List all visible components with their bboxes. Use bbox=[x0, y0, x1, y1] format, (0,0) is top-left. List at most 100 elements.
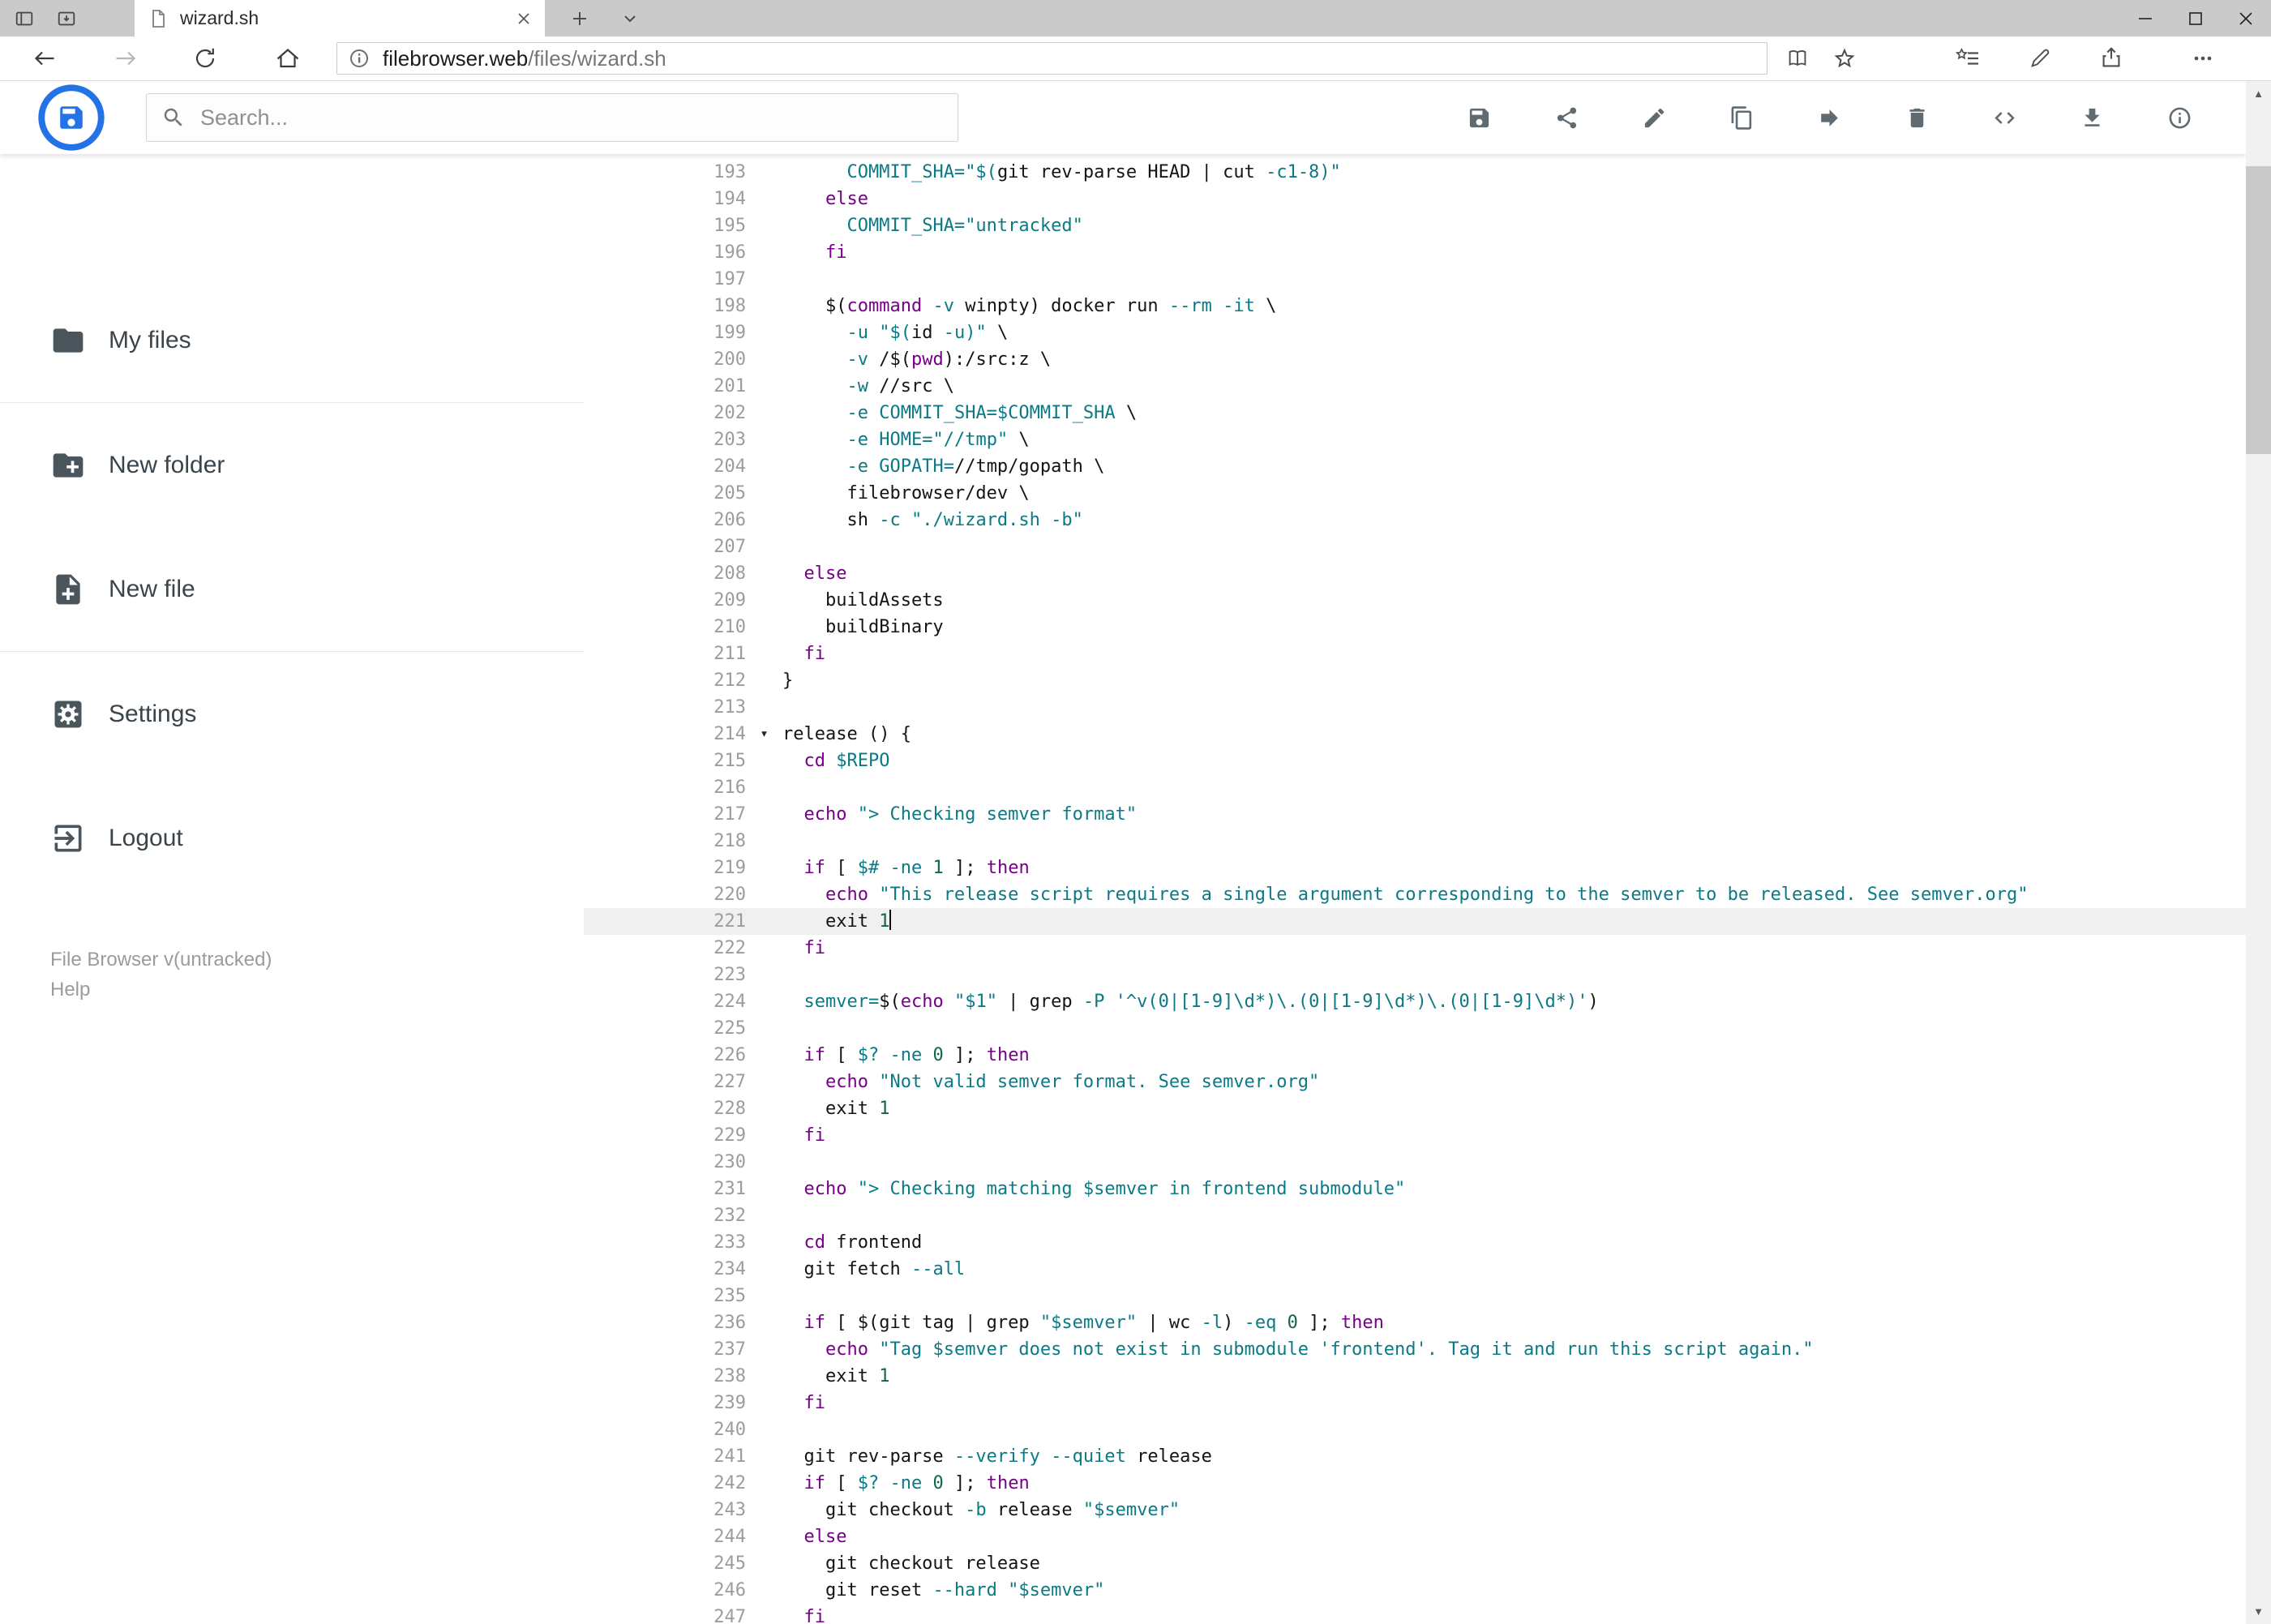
code-line[interactable]: 241 git rev-parse --verify --quiet relea… bbox=[584, 1443, 2246, 1470]
code-line[interactable]: 222 fi bbox=[584, 935, 2246, 962]
search-input[interactable] bbox=[199, 104, 958, 131]
code-line[interactable]: 197 bbox=[584, 266, 2246, 293]
forward-arrow-icon bbox=[1820, 109, 1838, 126]
code-line[interactable]: 210 buildBinary bbox=[584, 614, 2246, 641]
sidebar-item-new-folder[interactable]: New folder bbox=[0, 403, 584, 527]
code-line[interactable]: 246 git reset --hard "$semver" bbox=[584, 1577, 2246, 1604]
site-info-icon[interactable] bbox=[349, 48, 370, 69]
code-line[interactable]: 213 bbox=[584, 694, 2246, 721]
scrollbar-down-icon[interactable]: ▼ bbox=[2246, 1599, 2271, 1624]
code-line[interactable]: 221 exit 1 bbox=[584, 908, 2246, 935]
code-line[interactable]: 196 fi bbox=[584, 239, 2246, 266]
code-line[interactable]: 209 buildAssets bbox=[584, 587, 2246, 614]
share-icon[interactable] bbox=[2088, 36, 2135, 80]
favorite-star-icon[interactable] bbox=[1821, 36, 1868, 80]
sidebar-item-settings[interactable]: Settings bbox=[0, 652, 584, 776]
code-line[interactable]: 212} bbox=[584, 667, 2246, 694]
code-line[interactable]: 218 bbox=[584, 828, 2246, 855]
copy-button[interactable] bbox=[1698, 93, 1785, 142]
code-line[interactable]: 239 fi bbox=[584, 1390, 2246, 1416]
web-note-icon[interactable] bbox=[2016, 36, 2063, 80]
home-icon[interactable] bbox=[259, 36, 316, 80]
share-file-button[interactable] bbox=[1523, 93, 1610, 142]
help-link[interactable]: Help bbox=[50, 975, 584, 1005]
forward-icon[interactable] bbox=[97, 36, 154, 80]
code-line[interactable]: 226 if [ $? -ne 0 ]; then bbox=[584, 1042, 2246, 1069]
code-line[interactable]: 193 COMMIT_SHA="$(git rev-parse HEAD | c… bbox=[584, 159, 2246, 186]
sidebar-item-logout[interactable]: Logout bbox=[0, 776, 584, 900]
code-line[interactable]: 214 ▾ release () { bbox=[584, 721, 2246, 748]
code-line[interactable]: 223 bbox=[584, 962, 2246, 988]
code-line[interactable]: 247 fi bbox=[584, 1604, 2246, 1624]
hub-icon[interactable] bbox=[1945, 36, 1992, 80]
code-line[interactable]: 195 COMMIT_SHA="untracked" bbox=[584, 212, 2246, 239]
code-line[interactable]: 230 bbox=[584, 1149, 2246, 1176]
more-icon[interactable] bbox=[2179, 36, 2226, 80]
refresh-icon[interactable] bbox=[177, 36, 234, 80]
back-icon[interactable] bbox=[16, 36, 73, 80]
delete-button[interactable] bbox=[1873, 93, 1960, 142]
code-line[interactable]: 228 exit 1 bbox=[584, 1095, 2246, 1122]
code-line[interactable]: 198 $(command -v winpty) docker run --rm… bbox=[584, 293, 2246, 319]
code-line[interactable]: 202 -e COMMIT_SHA=$COMMIT_SHA \ bbox=[584, 400, 2246, 426]
code-line[interactable]: 208 else bbox=[584, 560, 2246, 587]
info-button[interactable] bbox=[2136, 93, 2223, 142]
scrollbar-thumb[interactable] bbox=[2246, 166, 2271, 454]
code-line[interactable]: 234 git fetch --all bbox=[584, 1256, 2246, 1283]
download-button[interactable] bbox=[2048, 93, 2136, 142]
code-line[interactable]: 215 cd $REPO bbox=[584, 748, 2246, 774]
page-scrollbar[interactable]: ▲ ▼ bbox=[2246, 81, 2271, 1624]
browser-tab[interactable]: wizard.sh bbox=[135, 0, 545, 36]
code-line[interactable]: 211 fi bbox=[584, 641, 2246, 667]
code-line[interactable]: 205 filebrowser/dev \ bbox=[584, 480, 2246, 507]
code-line[interactable]: 194 else bbox=[584, 186, 2246, 212]
code-line[interactable]: 201 -w //src \ bbox=[584, 373, 2246, 400]
save-button[interactable] bbox=[1435, 93, 1523, 142]
code-line[interactable]: 217 echo "> Checking semver format" bbox=[584, 801, 2246, 828]
reading-view-icon[interactable] bbox=[1774, 36, 1821, 80]
code-line[interactable]: 199 -u "$(id -u)" \ bbox=[584, 319, 2246, 346]
tab-preview-icon[interactable] bbox=[52, 0, 81, 36]
move-button[interactable] bbox=[1785, 93, 1873, 142]
tab-list-chevron-icon[interactable] bbox=[610, 0, 650, 36]
code-line[interactable]: 206 sh -c "./wizard.sh -b" bbox=[584, 507, 2246, 533]
window-close-button[interactable] bbox=[2221, 0, 2271, 36]
code-line[interactable]: 240 bbox=[584, 1416, 2246, 1443]
code-line[interactable]: 227 echo "Not valid semver format. See s… bbox=[584, 1069, 2246, 1095]
code-line[interactable]: 232 bbox=[584, 1202, 2246, 1229]
code-line[interactable]: 238 exit 1 bbox=[584, 1363, 2246, 1390]
sidebar-item-new-file[interactable]: New file bbox=[0, 527, 584, 651]
rename-button[interactable] bbox=[1610, 93, 1698, 142]
window-minimize-button[interactable] bbox=[2120, 0, 2170, 36]
code-line[interactable]: 245 git checkout release bbox=[584, 1550, 2246, 1577]
code-line[interactable]: 216 bbox=[584, 774, 2246, 801]
fold-marker-icon[interactable]: ▾ bbox=[746, 721, 782, 748]
code-line[interactable]: 243 git checkout -b release "$semver" bbox=[584, 1497, 2246, 1523]
code-line[interactable]: 220 echo "This release script requires a… bbox=[584, 881, 2246, 908]
code-line[interactable]: 231 echo "> Checking matching $semver in… bbox=[584, 1176, 2246, 1202]
address-bar[interactable]: filebrowser.web/files/wizard.sh bbox=[336, 42, 1768, 75]
scrollbar-up-icon[interactable]: ▲ bbox=[2246, 81, 2271, 106]
code-line[interactable]: 207 bbox=[584, 533, 2246, 560]
code-line[interactable]: 236 if [ $(git tag | grep "$semver" | wc… bbox=[584, 1309, 2246, 1336]
code-line[interactable]: 225 bbox=[584, 1015, 2246, 1042]
code-line[interactable]: 224 semver=$(echo "$1" | grep -P '^v(0|[… bbox=[584, 988, 2246, 1015]
code-line[interactable]: 233 cd frontend bbox=[584, 1229, 2246, 1256]
code-line[interactable]: 229 fi bbox=[584, 1122, 2246, 1149]
code-line[interactable]: 219 if [ $# -ne 1 ]; then bbox=[584, 855, 2246, 881]
code-line[interactable]: 244 else bbox=[584, 1523, 2246, 1550]
code-line[interactable]: 235 bbox=[584, 1283, 2246, 1309]
code-line[interactable]: 237 echo "Tag $semver does not exist in … bbox=[584, 1336, 2246, 1363]
new-tab-icon[interactable] bbox=[558, 0, 602, 36]
window-maximize-button[interactable] bbox=[2170, 0, 2221, 36]
sidebar-item-my-files[interactable]: My files bbox=[0, 278, 584, 402]
search-bar[interactable] bbox=[146, 93, 958, 142]
code-line[interactable]: 242 if [ $? -ne 0 ]; then bbox=[584, 1470, 2246, 1497]
code-view-button[interactable] bbox=[1960, 93, 2048, 142]
code-line[interactable]: 203 -e HOME="//tmp" \ bbox=[584, 426, 2246, 453]
code-line[interactable]: 204 -e GOPATH=//tmp/gopath \ bbox=[584, 453, 2246, 480]
code-editor[interactable]: 193 COMMIT_SHA="$(git rev-parse HEAD | c… bbox=[584, 154, 2246, 1624]
tab-close-icon[interactable] bbox=[516, 11, 532, 27]
set-tabs-aside-icon[interactable] bbox=[10, 0, 39, 36]
code-line[interactable]: 200 -v /$(pwd):/src:z \ bbox=[584, 346, 2246, 373]
